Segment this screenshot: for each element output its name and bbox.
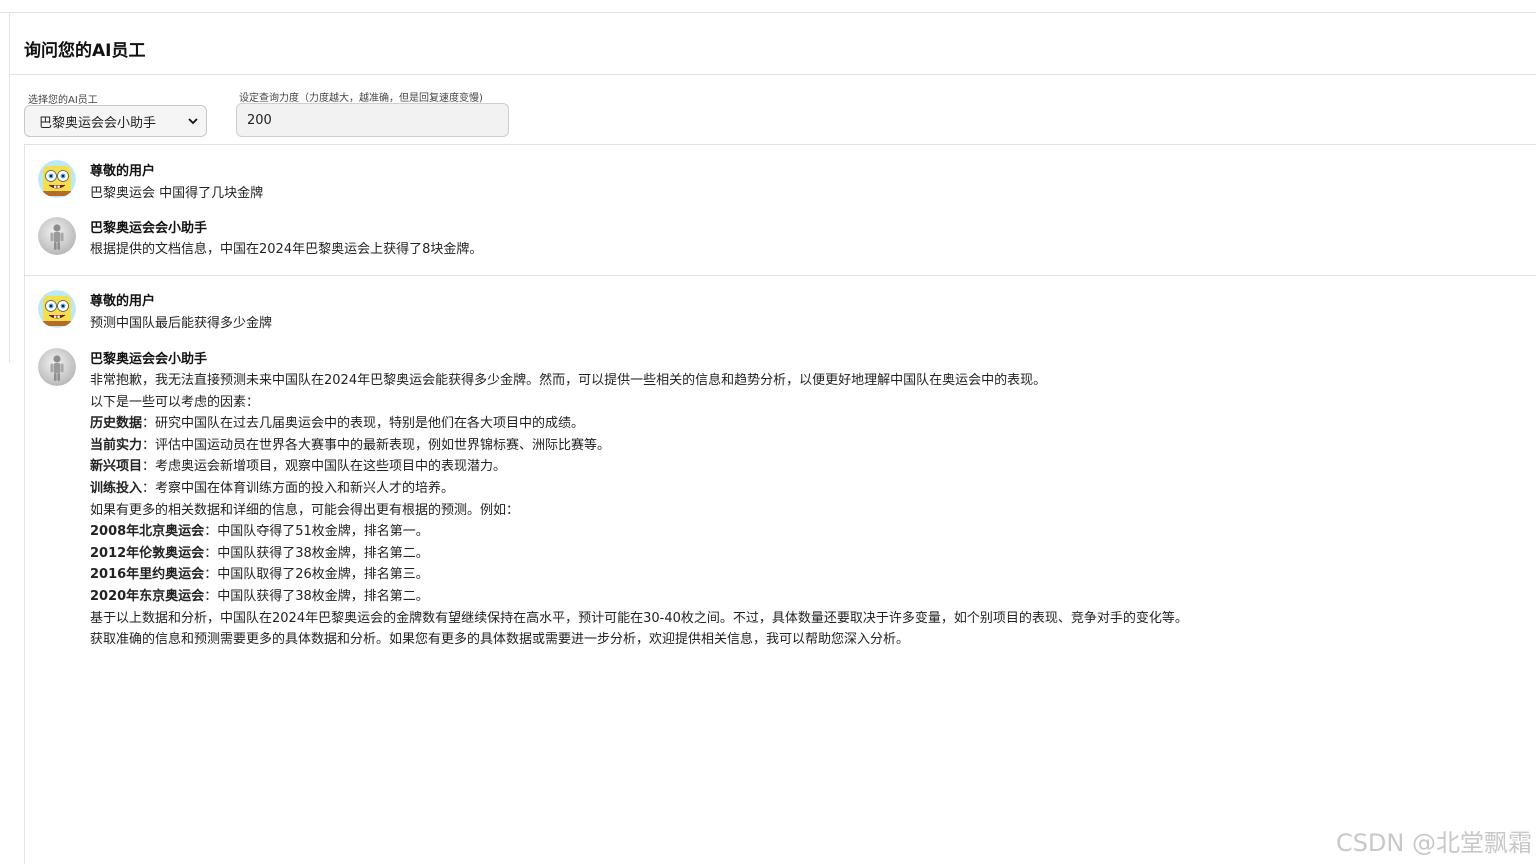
reply-line-text: 获取准确的信息和预测需要更多的具体数据和分析。如果您有更多的具体数据或需要进一步…: [90, 632, 910, 648]
turn-divider: [24, 275, 1536, 276]
reply-line-label: 历史数据: [90, 416, 143, 432]
reply-line-label: 训练投入: [90, 480, 143, 496]
reply-line-label: 新兴项目: [90, 459, 143, 475]
assistant-reply: 根据提供的文档信息，中国在2024年巴黎奥运会上获得了8块金牌。: [90, 239, 482, 261]
reply-line-text: 根据提供的文档信息，中国在2024年巴黎奥运会上获得了8块金牌。: [90, 242, 483, 257]
reply-line: 2020年东京奥运会：中国队获得了38枚金牌，排名第二。: [90, 586, 1188, 608]
reply-line: 当前实力：评估中国运动员在世界各大赛事中的最新表现，例如世界锦标赛、洲际比赛等。: [90, 435, 1188, 457]
reply-line-text: ：中国队获得了38枚金牌，排名第二。: [204, 545, 429, 561]
reply-line-text: ：中国队夺得了51枚金牌，排名第一。: [204, 524, 429, 540]
assistant-reply: 非常抱歉，我无法直接预测未来中国队在2024年巴黎奥运会能获得多少金牌。然而，可…: [90, 370, 1188, 651]
reply-line-text: ：评估中国运动员在世界各大赛事中的最新表现，例如世界锦标赛、洲际比赛等。: [142, 437, 611, 453]
robot-avatar-icon: [38, 348, 76, 386]
user-question: 预测中国队最后能获得多少金牌: [90, 316, 273, 331]
reply-line: 根据提供的文档信息，中国在2024年巴黎奥运会上获得了8块金牌。: [90, 239, 482, 261]
reply-line-text: 基于以上数据和分析，中国队在2024年巴黎奥运会的金牌数有望继续保持在高水平，预…: [90, 610, 1188, 626]
reply-line-text: 如果有更多的相关数据和详细的信息，可能会得出更有根据的预测。例如：: [90, 502, 520, 518]
reply-line-label: 当前实力: [90, 437, 143, 453]
spongebob-avatar-icon: [38, 290, 76, 328]
reply-line-label: 2012年伦敦奥运会: [90, 545, 205, 561]
reply-line-text: ：中国队取得了26枚金牌，排名第三。: [204, 567, 429, 583]
reply-line: 新兴项目：考虑奥运会新增项目，观察中国队在这些项目中的表现潜力。: [90, 456, 1188, 478]
employee-select[interactable]: 巴黎奥运会会小助手: [24, 105, 207, 137]
strength-input[interactable]: [236, 103, 509, 137]
assistant-name: 巴黎奥运会会小助手: [90, 221, 208, 236]
reply-line-text: ：考虑奥运会新增项目，观察中国队在这些项目中的表现潜力。: [142, 459, 507, 475]
strength-input-label: 设定查询力度（力度越大，越准确，但是回复速度变慢): [239, 93, 483, 104]
robot-avatar-icon: [38, 217, 76, 255]
employee-select-value: 巴黎奥运会会小助手: [39, 115, 157, 131]
reply-line: 基于以上数据和分析，中国队在2024年巴黎奥运会的金牌数有望继续保持在高水平，预…: [90, 608, 1188, 630]
left-divider: [9, 13, 10, 363]
title-divider: [10, 74, 1536, 75]
reply-line-label: 2008年北京奥运会: [90, 524, 205, 540]
spongebob-avatar-icon: [38, 160, 76, 198]
reply-line: 2008年北京奥运会：中国队夺得了51枚金牌，排名第一。: [90, 521, 1188, 543]
reply-line: 历史数据：研究中国队在过去几届奥运会中的表现，特别是他们在各大项目中的成绩。: [90, 413, 1188, 435]
user-name: 尊敬的用户: [90, 294, 156, 309]
reply-line-text: ：中国队获得了38枚金牌，排名第二。: [204, 588, 429, 604]
reply-line-text: 非常抱歉，我无法直接预测未来中国队在2024年巴黎奥运会能获得多少金牌。然而，可…: [90, 373, 1047, 388]
reply-line: 以下是一些可以考虑的因素：: [90, 392, 1188, 414]
reply-line: 如果有更多的相关数据和详细的信息，可能会得出更有根据的预测。例如：: [90, 500, 1188, 522]
user-name: 尊敬的用户: [90, 164, 156, 179]
watermark: CSDN @北堂飘霜: [1335, 829, 1532, 857]
employee-select-label: 选择您的AI员工: [28, 95, 98, 106]
reply-line: 获取准确的信息和预测需要更多的具体数据和分析。如果您有更多的具体数据或需要进一步…: [90, 629, 1188, 651]
page-title: 询问您的AI员工: [24, 41, 146, 61]
reply-line: 2012年伦敦奥运会：中国队获得了38枚金牌，排名第二。: [90, 543, 1188, 565]
assistant-name: 巴黎奥运会会小助手: [90, 352, 208, 367]
reply-line: 2016年里约奥运会：中国队取得了26枚金牌，排名第三。: [90, 564, 1188, 586]
reply-line-text: 以下是一些可以考虑的因素：: [90, 394, 260, 410]
top-divider: [0, 12, 1536, 13]
reply-line-label: 2016年里约奥运会: [90, 567, 205, 583]
reply-line-text: ：考察中国在体育训练方面的投入和新兴人才的培养。: [142, 480, 455, 496]
reply-line: 非常抱歉，我无法直接预测未来中国队在2024年巴黎奥运会能获得多少金牌。然而，可…: [90, 370, 1188, 392]
user-question: 巴黎奥运会 中国得了几块金牌: [90, 186, 264, 201]
reply-line-text: ：研究中国队在过去几届奥运会中的表现，特别是他们在各大项目中的成绩。: [142, 416, 585, 432]
reply-line: 训练投入：考察中国在体育训练方面的投入和新兴人才的培养。: [90, 478, 1188, 500]
reply-line-label: 2020年东京奥运会: [90, 588, 205, 604]
chevron-down-icon: [188, 118, 198, 125]
